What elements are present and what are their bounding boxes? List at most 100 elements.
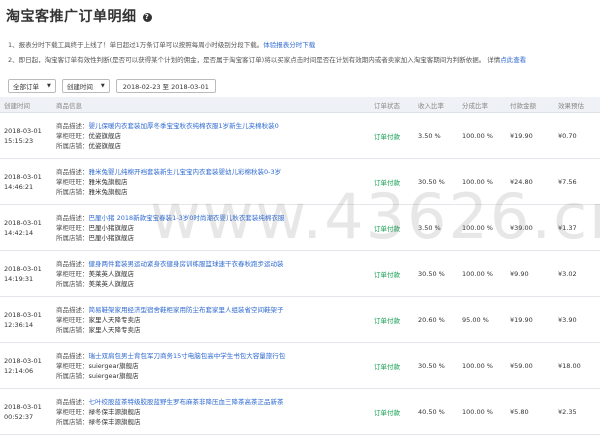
income-rate: 3.50 % — [414, 112, 458, 159]
table-row: 2018-03-01 12:14:06 商品描述：瑞士双肩包男士背包军刀商务15寸电… — [0, 342, 600, 389]
order-filter-select[interactable]: 全部订单 ▼ — [8, 79, 56, 93]
paid-amount: ¥9.90 — [506, 250, 554, 297]
product-info-cell: 商品描述：婴儿保暖内衣套装加厚冬季宝宝秋衣纯棉衣服1岁新生儿夹棉秋装0 掌柜旺旺：… — [52, 112, 370, 159]
date-range-value: 2018-02-23 至 2018-03-01 — [122, 83, 209, 91]
desc-label: 商品描述： — [56, 259, 89, 268]
shop-value: 巴厘小猪旗舰店 — [88, 233, 135, 242]
product-link[interactable]: 婴儿保暖内衣套装加厚冬季宝宝秋衣纯棉衣服1岁新生儿夹棉秋装0 — [89, 122, 279, 130]
shop-label: 所属店铺： — [56, 417, 89, 426]
product-info-cell: 商品描述：简易鞋架家用经济型宿舍鞋柜家用防尘布套家里人组装省空间鞋架子 掌柜旺旺：… — [52, 296, 370, 343]
wangwang-value: 优姿旗舰店 — [88, 131, 122, 140]
date-range-picker[interactable]: 2018-02-23 至 2018-03-01 — [115, 79, 216, 93]
share-rate: 100.00 % — [458, 204, 506, 251]
created-clock: 12:36:14 — [4, 320, 34, 329]
created-date: 2018-03-01 — [4, 126, 42, 135]
product-info-cell: 商品描述：健身两件套装男运动紧身衣健身房训练服篮球速干衣春秋跑步运动装 掌柜旺旺：… — [52, 250, 370, 297]
share-rate: 100.00 % — [458, 388, 506, 435]
details-link[interactable]: 点此查看 — [500, 56, 526, 64]
wangwang-value: suiergear旗舰店 — [88, 361, 139, 370]
created-time-cell: 2018-03-01 00:52:37 — [0, 388, 52, 435]
desc-label: 商品描述： — [56, 397, 89, 406]
created-date: 2018-03-01 — [4, 264, 42, 273]
table-row: 2018-03-01 00:52:37 商品描述：七叶绞股蓝茶特级胶股蓝野生罗布麻茶… — [0, 388, 600, 435]
estimated-effect: ¥3.02 — [554, 250, 600, 297]
created-time-cell: 2018-03-01 15:15:23 — [0, 112, 52, 159]
product-link[interactable]: 巴厘小猪 2018新款宝宝春装1-3岁0时尚潮衣婴儿秋衣套装纯棉衣服 — [89, 214, 285, 222]
table-header-row: 创建时间 商品信息 订单状态 收入比率 分成比率 付款金额 效果预估 — [0, 97, 600, 113]
income-rate: 30.50 % — [414, 158, 458, 205]
order-status: 订单付款 — [370, 388, 414, 435]
table-row: 2018-03-01 14:19:31 商品描述：健身两件套装男运动紧身衣健身房训练… — [0, 250, 600, 297]
created-time-cell: 2018-03-01 14:42:14 — [0, 204, 52, 251]
order-status: 订单付款 — [370, 250, 414, 297]
shop-label: 所属店铺： — [56, 371, 89, 380]
column-header: 付款金额 — [506, 97, 554, 113]
paid-amount: ¥39.00 — [506, 204, 554, 251]
page-title-text: 淘宝客推广订单明细 — [6, 9, 137, 25]
income-rate: 40.50 % — [414, 388, 458, 435]
column-header: 收入比率 — [414, 97, 458, 113]
paid-amount: ¥59.00 — [506, 342, 554, 389]
desc-label: 商品描述： — [56, 121, 89, 130]
sort-value: 创建时间 — [66, 83, 93, 91]
wangwang-value: 雅米兔旗舰店 — [88, 177, 128, 186]
created-time-cell: 2018-03-01 12:14:06 — [0, 342, 52, 389]
shop-value: 禄冬保丰源旗舰店 — [88, 417, 141, 426]
order-status: 订单付款 — [370, 112, 414, 159]
created-date: 2018-03-01 — [4, 310, 42, 319]
wangwang-value: 家里人天降专卖店 — [88, 315, 141, 324]
created-clock: 14:42:14 — [4, 228, 34, 237]
notice-2-text: 2、即日起，淘宝客订单有效性判断(是否可以获得某个计划的佣金，是否属于淘宝客订单… — [8, 56, 501, 64]
orders-table: 创建时间 商品信息 订单状态 收入比率 分成比率 付款金额 效果预估 2018-… — [0, 97, 600, 435]
shop-value: 优姿旗舰店 — [88, 141, 122, 150]
product-link[interactable]: 健身两件套装男运动紧身衣健身房训练服篮球速干衣春秋跑步运动装 — [89, 260, 284, 268]
estimated-effect: ¥3.90 — [554, 296, 600, 343]
product-info-cell: 商品描述：巴厘小猪 2018新款宝宝春装1-3岁0时尚潮衣婴儿秋衣套装纯棉衣服掌… — [52, 204, 370, 251]
table-row: 2018-03-01 15:15:23 商品描述：婴儿保暖内衣套装加厚冬季宝宝秋衣纯… — [0, 112, 600, 159]
shop-value: 美莱英人旗舰店 — [88, 279, 135, 288]
product-link[interactable]: 瑞士双肩包男士背包军刀商务15寸电脑包高中学生书包大容量旅行包 — [89, 352, 286, 360]
product-info-cell: 商品描述：雅米兔婴儿纯棉开裆套装新生儿宝宝内衣套装婴幼儿彩棉秋装0-3岁 掌柜旺旺… — [52, 158, 370, 205]
share-rate: 100.00 % — [458, 250, 506, 297]
column-header: 商品信息 — [52, 97, 370, 113]
created-clock: 14:19:31 — [4, 274, 34, 283]
created-date: 2018-03-01 — [4, 356, 42, 365]
created-date: 2018-03-01 — [4, 218, 42, 227]
product-link[interactable]: 雅米兔婴儿纯棉开裆套装新生儿宝宝内衣套装婴幼儿彩棉秋装0-3岁 — [89, 168, 282, 176]
table-row: 2018-03-01 14:42:14 商品描述：巴厘小猪 2018新款宝宝春装1-… — [0, 204, 600, 251]
estimated-effect: ¥2.35 — [554, 388, 600, 435]
product-info-cell: 商品描述：七叶绞股蓝茶特级胶股蓝野生罗布麻茶非降压血三降茶高茶正品新茶 掌柜旺旺：… — [52, 388, 370, 435]
order-filter-value: 全部订单 — [13, 83, 39, 91]
sort-select[interactable]: 创建时间 ▼ — [61, 79, 110, 93]
wangwang-label: 掌柜旺旺： — [56, 269, 89, 278]
share-rate: 100.00 % — [458, 342, 506, 389]
notice-1-text: 1、报表分时下载工具终于上线了！单日超过1万条订单可以按照每周小时级别分段下载。 — [8, 41, 264, 49]
estimated-effect: ¥0.70 — [554, 112, 600, 159]
wangwang-value: 巴厘小猪旗舰店 — [88, 223, 135, 232]
product-info-cell: 商品描述：瑞士双肩包男士背包军刀商务15寸电脑包高中学生书包大容量旅行包 掌柜旺旺… — [52, 342, 370, 389]
estimated-effect: ¥18.00 — [554, 342, 600, 389]
shop-value: 雅米兔旗舰店 — [88, 187, 128, 196]
income-rate: 20.60 % — [414, 296, 458, 343]
column-header: 效果预估 — [554, 97, 600, 113]
column-header: 分成比率 — [458, 97, 506, 113]
estimated-effect: ¥1.37 — [554, 204, 600, 251]
paid-amount: ¥24.80 — [506, 158, 554, 205]
desc-label: 商品描述： — [56, 167, 89, 176]
paid-amount: ¥19.90 — [506, 296, 554, 343]
shop-label: 所属店铺： — [56, 325, 89, 334]
table-row: 2018-03-01 12:36:14 商品描述：简易鞋架家用经济型宿舍鞋柜家用防尘… — [0, 296, 600, 343]
product-link[interactable]: 七叶绞股蓝茶特级胶股蓝野生罗布麻茶非降压血三降茶高茶正品新茶 — [89, 398, 284, 406]
filter-toolbar: 全部订单 ▼ 创建时间 ▼ 2018-02-23 至 2018-03-01 — [8, 79, 216, 93]
column-header: 创建时间 — [0, 97, 52, 113]
help-icon[interactable]: ? — [142, 12, 152, 22]
estimated-effect: ¥7.56 — [554, 158, 600, 205]
income-rate: 3.50 % — [414, 204, 458, 251]
time-download-link[interactable]: 体验报表分时下载 — [263, 41, 315, 49]
desc-label: 商品描述： — [56, 351, 89, 360]
notice-1: 1、报表分时下载工具终于上线了！单日超过1万条订单可以按照每周小时级别分段下载。… — [8, 39, 315, 49]
shop-value: 家里人天降专卖店 — [88, 325, 141, 334]
product-link[interactable]: 简易鞋架家用经济型宿舍鞋柜家用防尘布套家里人组装省空间鞋架子 — [89, 306, 284, 314]
income-rate: 30.50 % — [414, 250, 458, 297]
chevron-down-icon: ▼ — [47, 83, 51, 89]
